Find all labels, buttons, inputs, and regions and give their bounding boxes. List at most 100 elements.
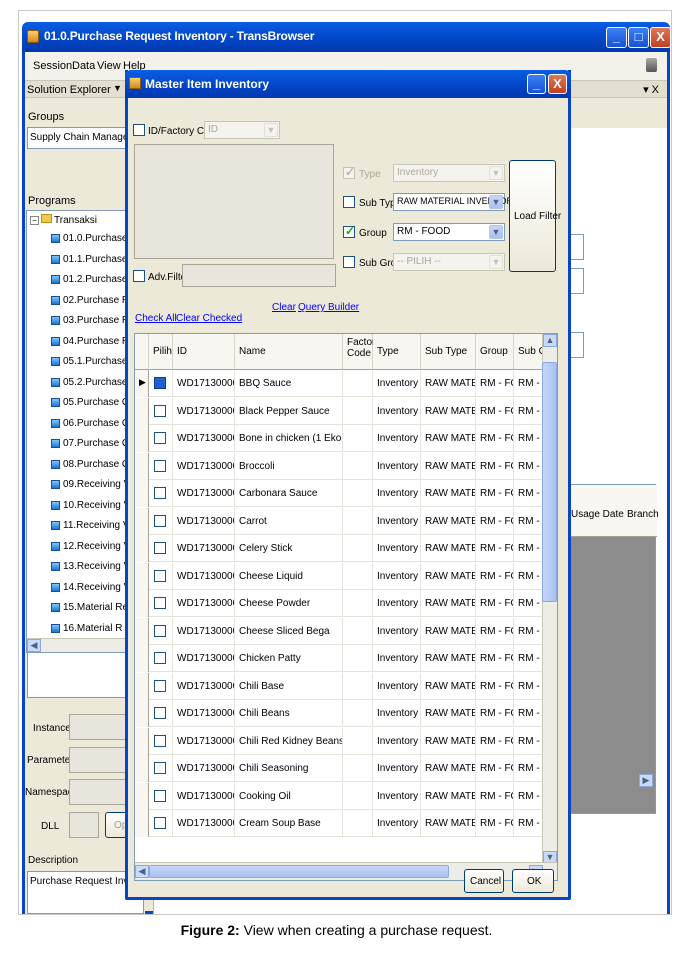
header-group[interactable]: Group bbox=[476, 334, 514, 370]
row-header[interactable] bbox=[135, 617, 149, 645]
adv-filter-field[interactable] bbox=[182, 264, 336, 287]
cancel-button[interactable]: Cancel bbox=[464, 869, 504, 893]
table-row[interactable]: WD17130000055Chili Seasoning InventoryRAW… bbox=[135, 755, 557, 782]
row-select-checkbox[interactable] bbox=[154, 679, 166, 692]
table-row[interactable]: WD17130000043Bone in chicken (1 Ekor = 9… bbox=[135, 425, 557, 452]
row-header[interactable] bbox=[135, 507, 149, 535]
row-header[interactable] bbox=[135, 810, 149, 837]
row-header[interactable]: ▶ bbox=[135, 370, 149, 397]
grid-vertical-scrollbar[interactable]: ▲ ▼ bbox=[542, 334, 557, 864]
minimize-icon[interactable]: _ bbox=[606, 27, 627, 48]
cell-pilih[interactable] bbox=[149, 810, 173, 837]
table-row[interactable]: WD17130000053Chili Beans InventoryRAW MAT… bbox=[135, 700, 557, 727]
row-select-checkbox[interactable] bbox=[154, 652, 166, 664]
cell-pilih[interactable] bbox=[149, 590, 173, 617]
load-filter-button[interactable]: Load Filter bbox=[509, 160, 561, 272]
scroll-left-icon[interactable]: ◀ bbox=[27, 639, 41, 652]
query-builder-link[interactable]: Query Builder bbox=[298, 302, 359, 313]
table-row[interactable]: WD17130000042Black Pepper Sauce Inventory… bbox=[135, 397, 557, 425]
cell-pilih[interactable] bbox=[149, 672, 173, 700]
table-row[interactable]: WD17130000048Cheese Liquid InventoryRAW M… bbox=[135, 562, 557, 590]
row-select-checkbox[interactable] bbox=[154, 762, 166, 774]
group-checkbox[interactable] bbox=[343, 224, 355, 238]
header-sub-group[interactable]: Sub Grou bbox=[514, 334, 557, 370]
adv-filter-checkbox[interactable] bbox=[133, 270, 145, 282]
row-header[interactable] bbox=[135, 645, 149, 672]
cell-pilih[interactable] bbox=[149, 452, 173, 480]
table-row[interactable]: WD17130000056Cooking Oil InventoryRAW MAT… bbox=[135, 782, 557, 810]
cell-pilih[interactable] bbox=[149, 755, 173, 782]
cell-pilih[interactable] bbox=[149, 425, 173, 452]
cell-pilih[interactable] bbox=[149, 617, 173, 645]
row-select-checkbox[interactable] bbox=[154, 624, 166, 637]
row-select-checkbox[interactable] bbox=[154, 817, 166, 829]
row-header[interactable] bbox=[135, 397, 149, 425]
row-header[interactable] bbox=[135, 480, 149, 507]
table-row[interactable]: WD17130000052Chili Base InventoryRAW MATE… bbox=[135, 672, 557, 700]
ok-button[interactable]: OK bbox=[512, 869, 554, 893]
row-header[interactable] bbox=[135, 425, 149, 452]
scroll-up-icon[interactable]: ▲ bbox=[543, 334, 557, 347]
row-select-checkbox[interactable] bbox=[154, 734, 166, 747]
row-select-checkbox[interactable] bbox=[154, 707, 166, 719]
table-row[interactable]: WD17130000051Chicken Patty InventoryRAW M… bbox=[135, 645, 557, 672]
cell-pilih[interactable] bbox=[149, 562, 173, 590]
subgroup-combo[interactable]: -- PILIH -- ▼ bbox=[393, 253, 505, 271]
id-factory-combo[interactable]: ID ▼ bbox=[204, 121, 280, 139]
type-combo[interactable]: Inventory ▼ bbox=[393, 164, 505, 182]
row-select-checkbox[interactable] bbox=[154, 377, 166, 389]
header-sub-type[interactable]: Sub Type bbox=[421, 334, 476, 370]
row-header[interactable] bbox=[135, 672, 149, 700]
type-checkbox[interactable] bbox=[343, 165, 355, 179]
cell-pilih[interactable] bbox=[149, 480, 173, 507]
clear-link[interactable]: Clear bbox=[272, 302, 296, 313]
scroll-right-icon[interactable]: ▶ bbox=[639, 774, 653, 787]
clear-checked-link[interactable]: Clear Checked bbox=[176, 313, 242, 324]
menu-session[interactable]: Session bbox=[33, 60, 72, 72]
row-select-checkbox[interactable] bbox=[154, 432, 166, 444]
dll-field[interactable] bbox=[69, 812, 99, 838]
vertical-scroll-thumb[interactable] bbox=[542, 362, 557, 602]
row-header[interactable] bbox=[135, 590, 149, 617]
id-factory-checkbox[interactable] bbox=[133, 124, 145, 136]
subtype-combo[interactable]: RAW MATERIAL INVENTORY ▼ bbox=[393, 193, 519, 211]
table-row[interactable]: ▶ WD17130000041BBQ Sauce InventoryRAW MATE… bbox=[135, 370, 557, 397]
tree-horizontal-scrollbar[interactable]: ◀ bbox=[27, 638, 140, 652]
row-header[interactable] bbox=[135, 782, 149, 810]
cell-pilih[interactable] bbox=[149, 782, 173, 810]
cell-pilih[interactable] bbox=[149, 397, 173, 425]
row-header[interactable] bbox=[135, 562, 149, 590]
row-select-checkbox[interactable] bbox=[154, 487, 166, 499]
row-header[interactable] bbox=[135, 755, 149, 782]
cell-pilih[interactable] bbox=[149, 700, 173, 727]
row-header[interactable] bbox=[135, 452, 149, 480]
collapse-icon[interactable]: − bbox=[30, 216, 39, 225]
table-row[interactable]: WD17130000044Broccoli InventoryRAW MATE..… bbox=[135, 452, 557, 480]
subtype-checkbox[interactable] bbox=[343, 196, 355, 208]
row-header[interactable] bbox=[135, 727, 149, 755]
row-select-checkbox[interactable] bbox=[154, 597, 166, 609]
header-type[interactable]: Type bbox=[373, 334, 421, 370]
header-id[interactable]: ID bbox=[173, 334, 235, 370]
subgroup-checkbox[interactable] bbox=[343, 256, 355, 268]
table-row[interactable]: WD17130000046CarrotInventoryRAW MATE...R… bbox=[135, 507, 557, 535]
row-select-checkbox[interactable] bbox=[154, 542, 166, 554]
tree-root[interactable]: − Transaksi bbox=[30, 214, 97, 226]
menu-view[interactable]: View bbox=[97, 60, 121, 72]
row-select-checkbox[interactable] bbox=[154, 459, 166, 472]
maximize-icon[interactable]: □ bbox=[628, 27, 649, 48]
cell-pilih[interactable] bbox=[149, 645, 173, 672]
row-header[interactable] bbox=[135, 535, 149, 562]
cell-pilih[interactable] bbox=[149, 727, 173, 755]
table-row[interactable]: WD17130000050Cheese Sliced Bega Inventory… bbox=[135, 617, 557, 645]
table-row[interactable]: WD17130000047Celery Stick InventoryRAW MA… bbox=[135, 535, 557, 562]
row-header[interactable] bbox=[135, 700, 149, 727]
table-row[interactable]: WD17130000054Chili Red Kidney Beans Inven… bbox=[135, 727, 557, 755]
scroll-left-icon[interactable]: ◀ bbox=[135, 865, 149, 878]
close-icon[interactable]: X bbox=[650, 27, 671, 48]
chevron-down-icon[interactable]: ▼ bbox=[113, 83, 122, 93]
horizontal-scroll-thumb[interactable] bbox=[149, 865, 449, 878]
row-select-checkbox[interactable] bbox=[154, 514, 166, 527]
header-factory-code[interactable]: Factory Code bbox=[343, 334, 380, 370]
menu-data[interactable]: Data bbox=[72, 60, 95, 72]
